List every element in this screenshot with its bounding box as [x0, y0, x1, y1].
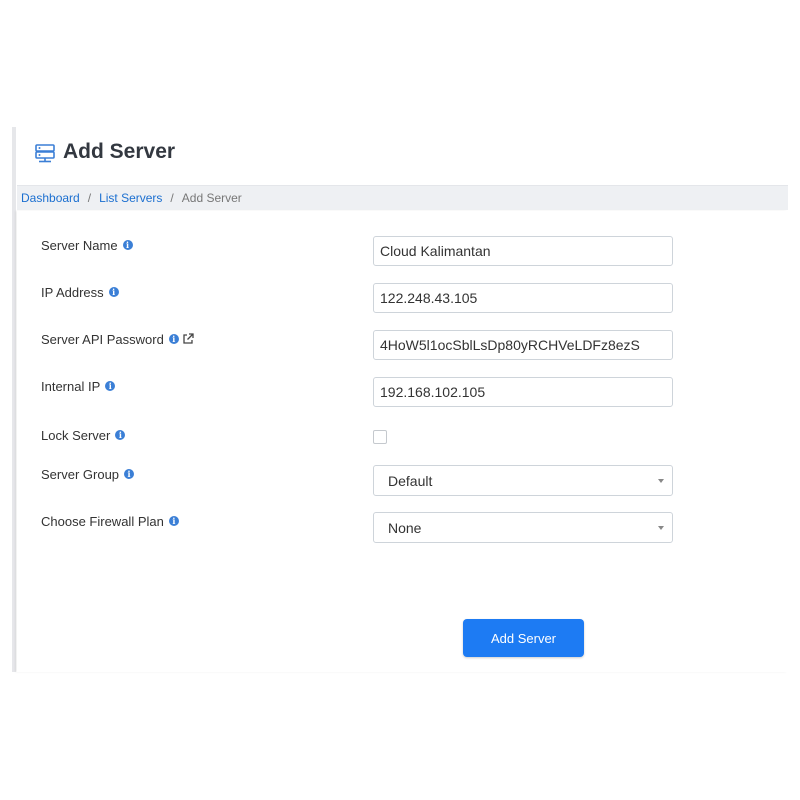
- lock-server-label: Lock Server i: [41, 425, 126, 445]
- page-header: Add Server: [17, 127, 788, 186]
- server-group-select[interactable]: Default: [373, 465, 673, 496]
- breadcrumb-separator: /: [87, 191, 92, 205]
- server-icon: [35, 144, 55, 163]
- internal-ip-input[interactable]: 192.168.102.105: [373, 377, 673, 407]
- api-password-input[interactable]: 4HoW5l1ocSblLsDp80yRCHVeLDFz8ezS: [373, 330, 673, 360]
- breadcrumb-list-servers[interactable]: List Servers: [99, 191, 162, 205]
- info-icon[interactable]: i: [122, 240, 133, 250]
- breadcrumb-current: Add Server: [181, 191, 242, 205]
- chevron-down-icon: [658, 526, 664, 530]
- lock-server-checkbox[interactable]: [373, 430, 387, 444]
- internal-ip-label: Internal IP i: [41, 376, 116, 396]
- ip-address-label: IP Address i: [41, 282, 119, 302]
- server-name-label: Server Name i: [41, 235, 133, 255]
- breadcrumb-separator: /: [170, 191, 174, 205]
- breadcrumb-dashboard[interactable]: Dashboard: [21, 191, 80, 205]
- info-icon[interactable]: i: [168, 516, 179, 526]
- form-panel: Server Name i Cloud Kalimantan IP Addres…: [17, 211, 788, 672]
- server-name-input[interactable]: Cloud Kalimantan: [373, 236, 673, 266]
- chevron-down-icon: [658, 479, 664, 483]
- firewall-plan-select[interactable]: None: [373, 512, 673, 543]
- info-icon[interactable]: i: [124, 469, 135, 479]
- info-icon[interactable]: i: [115, 430, 126, 440]
- add-server-button[interactable]: Add Server: [463, 619, 584, 657]
- left-border: [12, 127, 16, 672]
- api-password-label: Server API Password i: [41, 329, 194, 349]
- breadcrumb: Dashboard / List Servers / Add Server: [17, 186, 788, 210]
- server-group-label: Server Group i: [41, 464, 135, 484]
- page-title: Add Server: [63, 140, 176, 163]
- info-icon[interactable]: i: [105, 381, 116, 391]
- info-icon[interactable]: i: [168, 334, 179, 344]
- ip-address-input[interactable]: 122.248.43.105: [373, 283, 673, 313]
- external-link-icon[interactable]: [182, 333, 194, 345]
- firewall-plan-label: Choose Firewall Plan i: [41, 511, 179, 531]
- info-icon[interactable]: i: [108, 287, 119, 297]
